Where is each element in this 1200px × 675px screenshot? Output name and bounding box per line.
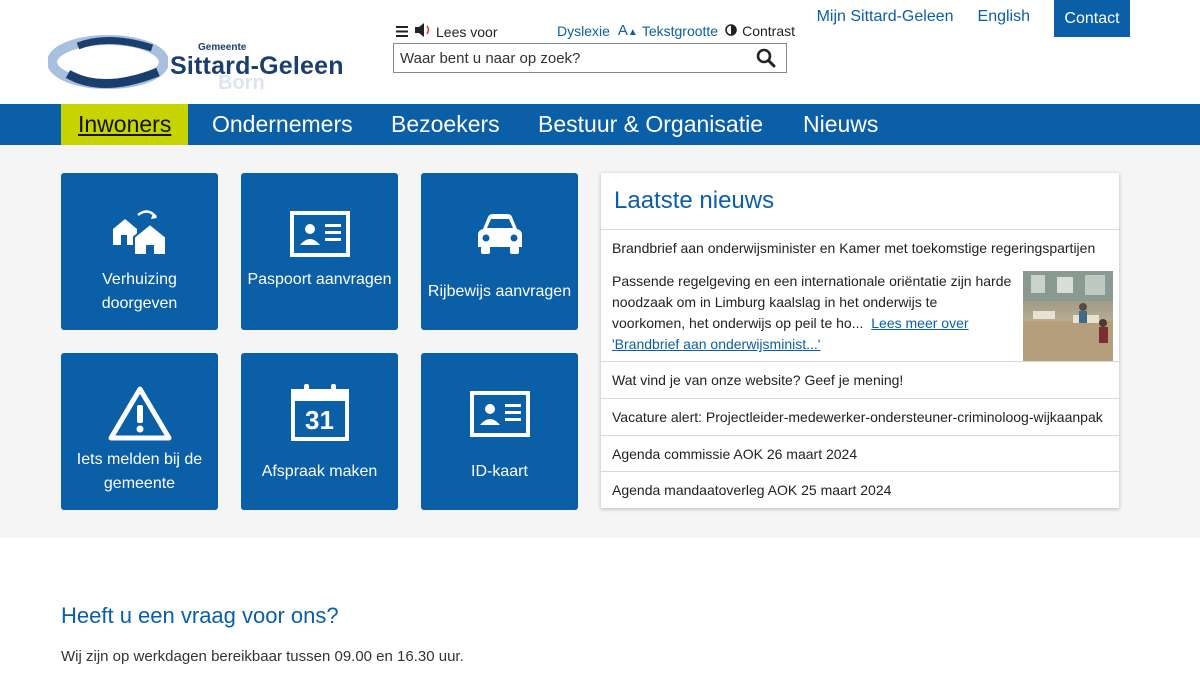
search-icon [756,48,776,68]
nav-item-bezoekers[interactable]: Bezoekers [391,104,500,145]
news-featured-headline[interactable]: Brandbrief aan onderwijsminister en Kame… [601,229,1119,266]
moving-house-icon [61,207,218,255]
tile-label: Paspoort aanvragen [247,271,392,288]
passport-card-icon [241,211,398,257]
news-featured-body: Passende regelgeving en een internationa… [612,271,1012,355]
logo-swoosh-icon [48,35,168,89]
tile-label: Verhuizing doorgeven [101,271,178,312]
tile-label: ID-kaart [471,463,528,480]
news-item[interactable]: Vacature alert: Projectleider-medewerker… [601,398,1119,435]
read-aloud-tool[interactable]: Lees voor [396,22,497,41]
site-header: Gemeente Born Sittard-Geleen Lees voor D… [0,0,1200,104]
nav-item-inwoners[interactable]: Inwoners [61,104,189,145]
nav-item-nieuws[interactable]: Nieuws [803,104,878,145]
car-icon [421,211,578,255]
logo-text-main: Sittard-Geleen [170,52,344,80]
tile-id-kaart[interactable]: ID-kaart [421,353,578,510]
top-links: Mijn Sittard-Geleen English Contact [817,0,1130,37]
news-item[interactable]: Wat vind je van onze website? Geef je me… [601,361,1119,398]
news-panel: Laatste nieuws Brandbrief aan onderwijsm… [601,173,1119,508]
speaker-icon [414,22,434,41]
tile-paspoort[interactable]: Paspoort aanvragen [241,173,398,330]
main-content: Verhuizing doorgeven Paspoort aanvragen [0,145,1200,538]
news-thumbnail[interactable] [1023,271,1113,361]
contrast-icon [725,23,737,39]
tile-afspraak[interactable]: 31 Afspraak maken [241,353,398,510]
tile-label: Rijbewijs aanvragen [427,283,572,300]
nav-item-bestuur[interactable]: Bestuur & Organisatie [538,104,763,145]
site-logo[interactable]: Gemeente Born Sittard-Geleen [48,32,348,94]
calendar-number: 31 [305,405,334,435]
contrast-toggle[interactable]: Contrast [742,23,795,39]
warning-icon [61,385,218,441]
dyslexia-toggle[interactable]: Dyslexie [557,23,610,39]
news-item[interactable]: Agenda mandaatoverleg AOK 25 maart 2024 [601,471,1119,508]
search-input[interactable] [394,44,746,72]
text-size-toggle[interactable]: Tekstgrootte [642,23,718,39]
english-link[interactable]: English [978,0,1030,26]
main-navigation: Inwoners Ondernemers Bezoekers Bestuur &… [0,104,1200,145]
id-card-icon [421,391,578,437]
accessibility-tools: Dyslexie A▲ Tekstgrootte Contrast [557,22,795,39]
my-account-link[interactable]: Mijn Sittard-Geleen [817,0,954,26]
contact-section-title: Heeft u een vraag voor ons? [61,603,339,628]
tile-iets-melden[interactable]: Iets melden bij de gemeente [61,353,218,510]
tile-label: Iets melden bij de gemeente [76,451,203,492]
news-item[interactable]: Agenda commissie AOK 26 maart 2024 [601,435,1119,471]
tile-rijbewijs[interactable]: Rijbewijs aanvragen [421,173,578,330]
contact-section-text: Wij zijn op werkdagen bereikbaar tussen … [61,648,464,665]
calendar-icon: 31 [241,383,398,441]
nav-item-ondernemers[interactable]: Ondernemers [212,104,353,145]
contact-button[interactable]: Contact [1054,0,1130,37]
search-button[interactable] [746,44,786,72]
read-aloud-label: Lees voor [436,23,498,40]
menu-icon [396,24,408,40]
tile-verhuizing[interactable]: Verhuizing doorgeven [61,173,218,330]
tile-label: Afspraak maken [261,463,378,480]
news-headline-text: Brandbrief aan onderwijsminister en Kame… [612,240,1096,256]
news-title: Laatste nieuws [614,187,775,214]
text-size-icon: A▲ [617,22,638,39]
search-bar [393,43,787,73]
